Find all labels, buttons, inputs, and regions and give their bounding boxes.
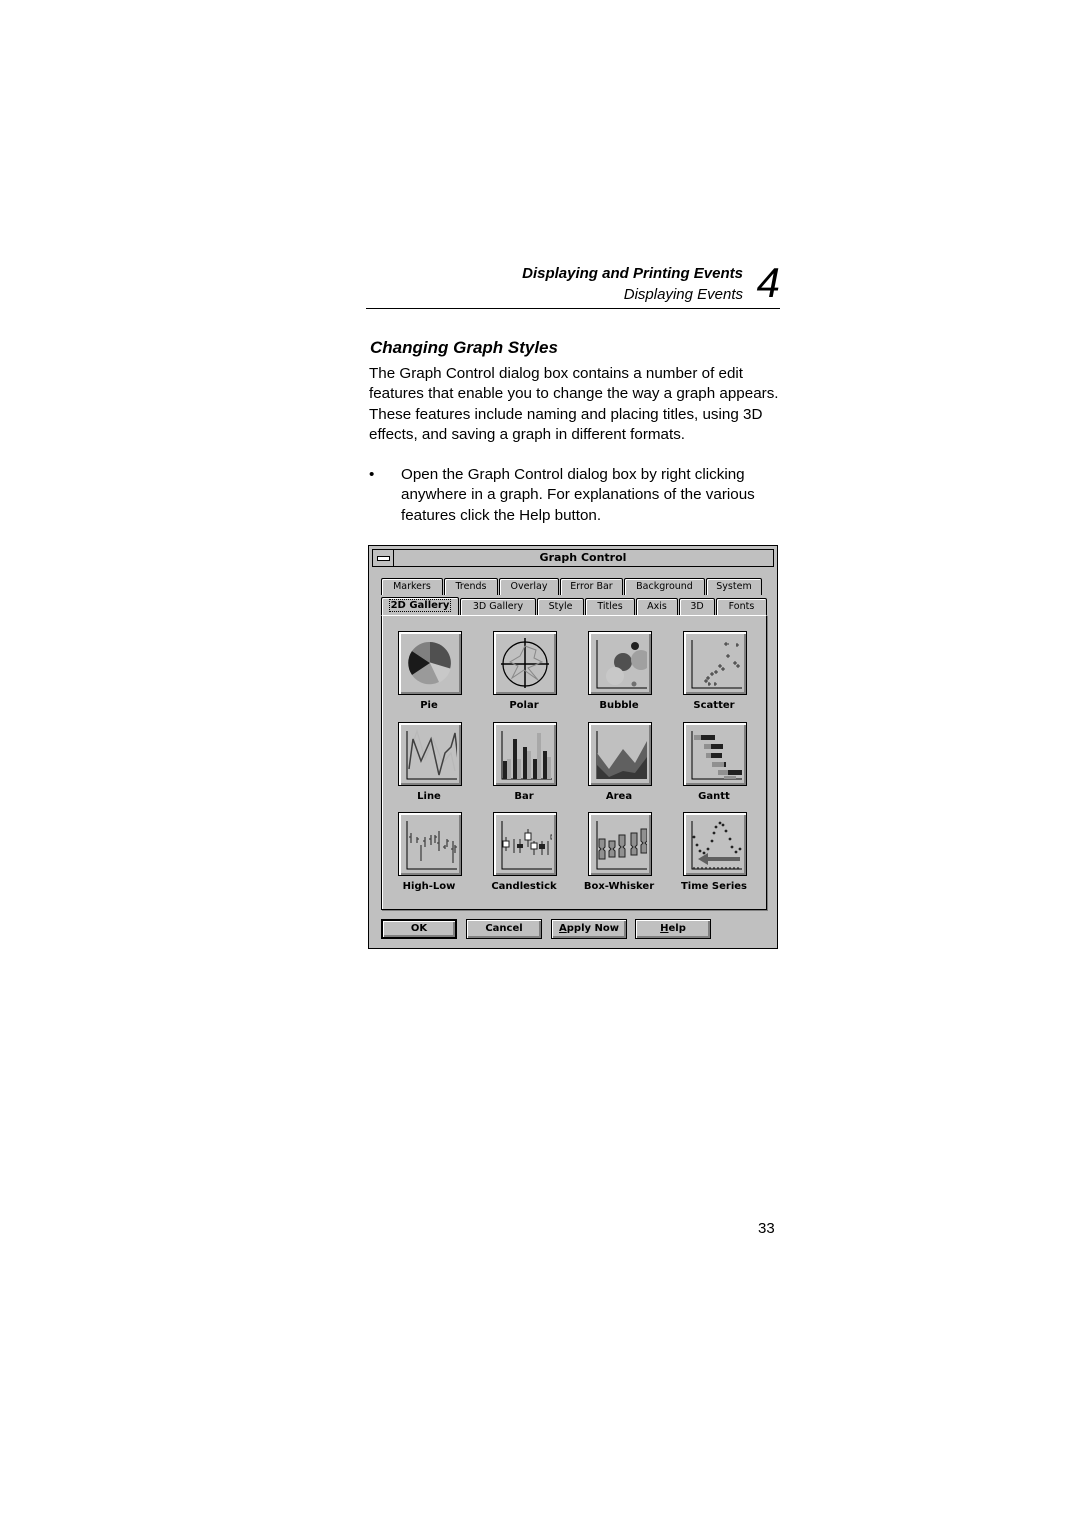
gallery-item-candlestick[interactable]: Candlestick bbox=[477, 812, 571, 902]
heading: Changing Graph Styles bbox=[370, 338, 558, 357]
tab-axis[interactable]: Axis bbox=[636, 598, 678, 615]
polar-button[interactable] bbox=[493, 631, 557, 695]
bubble-button[interactable] bbox=[588, 631, 652, 695]
gallery-item-area[interactable]: Area bbox=[572, 722, 666, 812]
tab-trends[interactable]: Trends bbox=[444, 578, 498, 595]
gallery-label: Line bbox=[417, 791, 441, 802]
gantt-chart-icon bbox=[691, 731, 742, 780]
gallery-label: Gantt bbox=[698, 791, 730, 802]
gallery-label: Time Series bbox=[680, 881, 747, 892]
gallery-item-high-low[interactable]: High-Low bbox=[382, 812, 476, 902]
gallery-label: Bar bbox=[514, 791, 534, 802]
body-paragraph: The Graph Control dialog box contains a … bbox=[369, 365, 779, 443]
time-series-button[interactable] bbox=[683, 812, 747, 876]
chapter-number: 4 bbox=[756, 259, 780, 306]
line-button[interactable] bbox=[398, 722, 462, 786]
candlestick-chart-icon bbox=[501, 821, 552, 870]
gallery-item-bar[interactable]: Bar bbox=[477, 722, 571, 812]
apply-now-button[interactable]: Apply Now bbox=[551, 919, 627, 939]
tab-style[interactable]: Style bbox=[537, 598, 584, 615]
gallery-label: Box-Whisker bbox=[583, 881, 655, 892]
area-chart-icon bbox=[596, 731, 647, 779]
title-bar: Graph Control bbox=[372, 549, 774, 567]
page-number: 33 bbox=[758, 1220, 775, 1237]
running-header: Displaying and Printing Events Displayin… bbox=[366, 262, 780, 309]
section-title: Displaying Events bbox=[623, 286, 743, 303]
tab-3d-gallery[interactable]: 3D Gallery bbox=[460, 598, 536, 615]
system-menu-button[interactable] bbox=[373, 550, 394, 566]
gallery-label: Scatter bbox=[693, 700, 735, 711]
box-whisker-chart-icon bbox=[596, 821, 647, 870]
area-button[interactable] bbox=[588, 722, 652, 786]
bullet-icon: • bbox=[369, 466, 375, 483]
gallery-label: Pie bbox=[420, 700, 438, 711]
tab-overlay[interactable]: Overlay bbox=[499, 578, 559, 595]
gallery-label: Candlestick bbox=[491, 881, 557, 892]
chapter-title: Displaying and Printing Events bbox=[522, 265, 743, 282]
candlestick-button[interactable] bbox=[493, 812, 557, 876]
tab-system[interactable]: System bbox=[706, 578, 762, 595]
time-series-chart-icon bbox=[691, 821, 742, 870]
gallery-item-bubble[interactable]: Bubble bbox=[572, 631, 666, 721]
scatter-chart-icon bbox=[691, 640, 742, 689]
gallery-item-box-whisker[interactable]: Box-Whisker bbox=[572, 812, 666, 902]
gallery-label: Bubble bbox=[599, 700, 639, 711]
tab-2d-gallery[interactable]: 2D Gallery bbox=[381, 597, 459, 616]
gallery-label: Polar bbox=[509, 700, 539, 711]
bar-button[interactable] bbox=[493, 722, 557, 786]
cancel-button[interactable]: Cancel bbox=[466, 919, 542, 939]
graph-control-dialog: Graph Control Markers Trends Overlay Err… bbox=[368, 545, 778, 949]
tab-3d[interactable]: 3D bbox=[679, 598, 715, 615]
pie-chart-icon bbox=[408, 641, 451, 685]
system-menu-icon bbox=[377, 556, 390, 561]
gallery-label: Area bbox=[605, 791, 633, 802]
gallery-panel: Pie Polar Bubble Scatter Line Bar Area G… bbox=[381, 615, 767, 910]
pie-button[interactable] bbox=[398, 631, 462, 695]
bar-chart-icon bbox=[501, 731, 552, 780]
gallery-label: High-Low bbox=[402, 881, 456, 892]
gallery-item-pie[interactable]: Pie bbox=[382, 631, 476, 721]
bubble-chart-icon bbox=[596, 640, 647, 689]
tab-markers[interactable]: Markers bbox=[381, 578, 443, 595]
line-chart-icon bbox=[406, 728, 457, 780]
high-low-chart-icon bbox=[406, 821, 457, 870]
tab-error-bar[interactable]: Error Bar bbox=[560, 578, 623, 595]
polar-chart-icon bbox=[501, 638, 549, 688]
help-button[interactable]: Help bbox=[635, 919, 711, 939]
ok-button[interactable]: OK bbox=[381, 919, 457, 939]
high-low-button[interactable] bbox=[398, 812, 462, 876]
scatter-button[interactable] bbox=[683, 631, 747, 695]
gallery-item-gantt[interactable]: Gantt bbox=[667, 722, 761, 812]
tab-titles[interactable]: Titles bbox=[585, 598, 635, 615]
tab-background[interactable]: Background bbox=[624, 578, 705, 595]
gallery-item-time-series[interactable]: Time Series bbox=[667, 812, 761, 902]
gallery-item-polar[interactable]: Polar bbox=[477, 631, 571, 721]
gallery-item-scatter[interactable]: Scatter bbox=[667, 631, 761, 721]
gantt-button[interactable] bbox=[683, 722, 747, 786]
dialog-title: Graph Control bbox=[539, 551, 627, 564]
bullet-text: Open the Graph Control dialog box by rig… bbox=[401, 466, 755, 524]
gallery-item-line[interactable]: Line bbox=[382, 722, 476, 812]
tab-fonts[interactable]: Fonts bbox=[716, 598, 767, 615]
box-whisker-button[interactable] bbox=[588, 812, 652, 876]
